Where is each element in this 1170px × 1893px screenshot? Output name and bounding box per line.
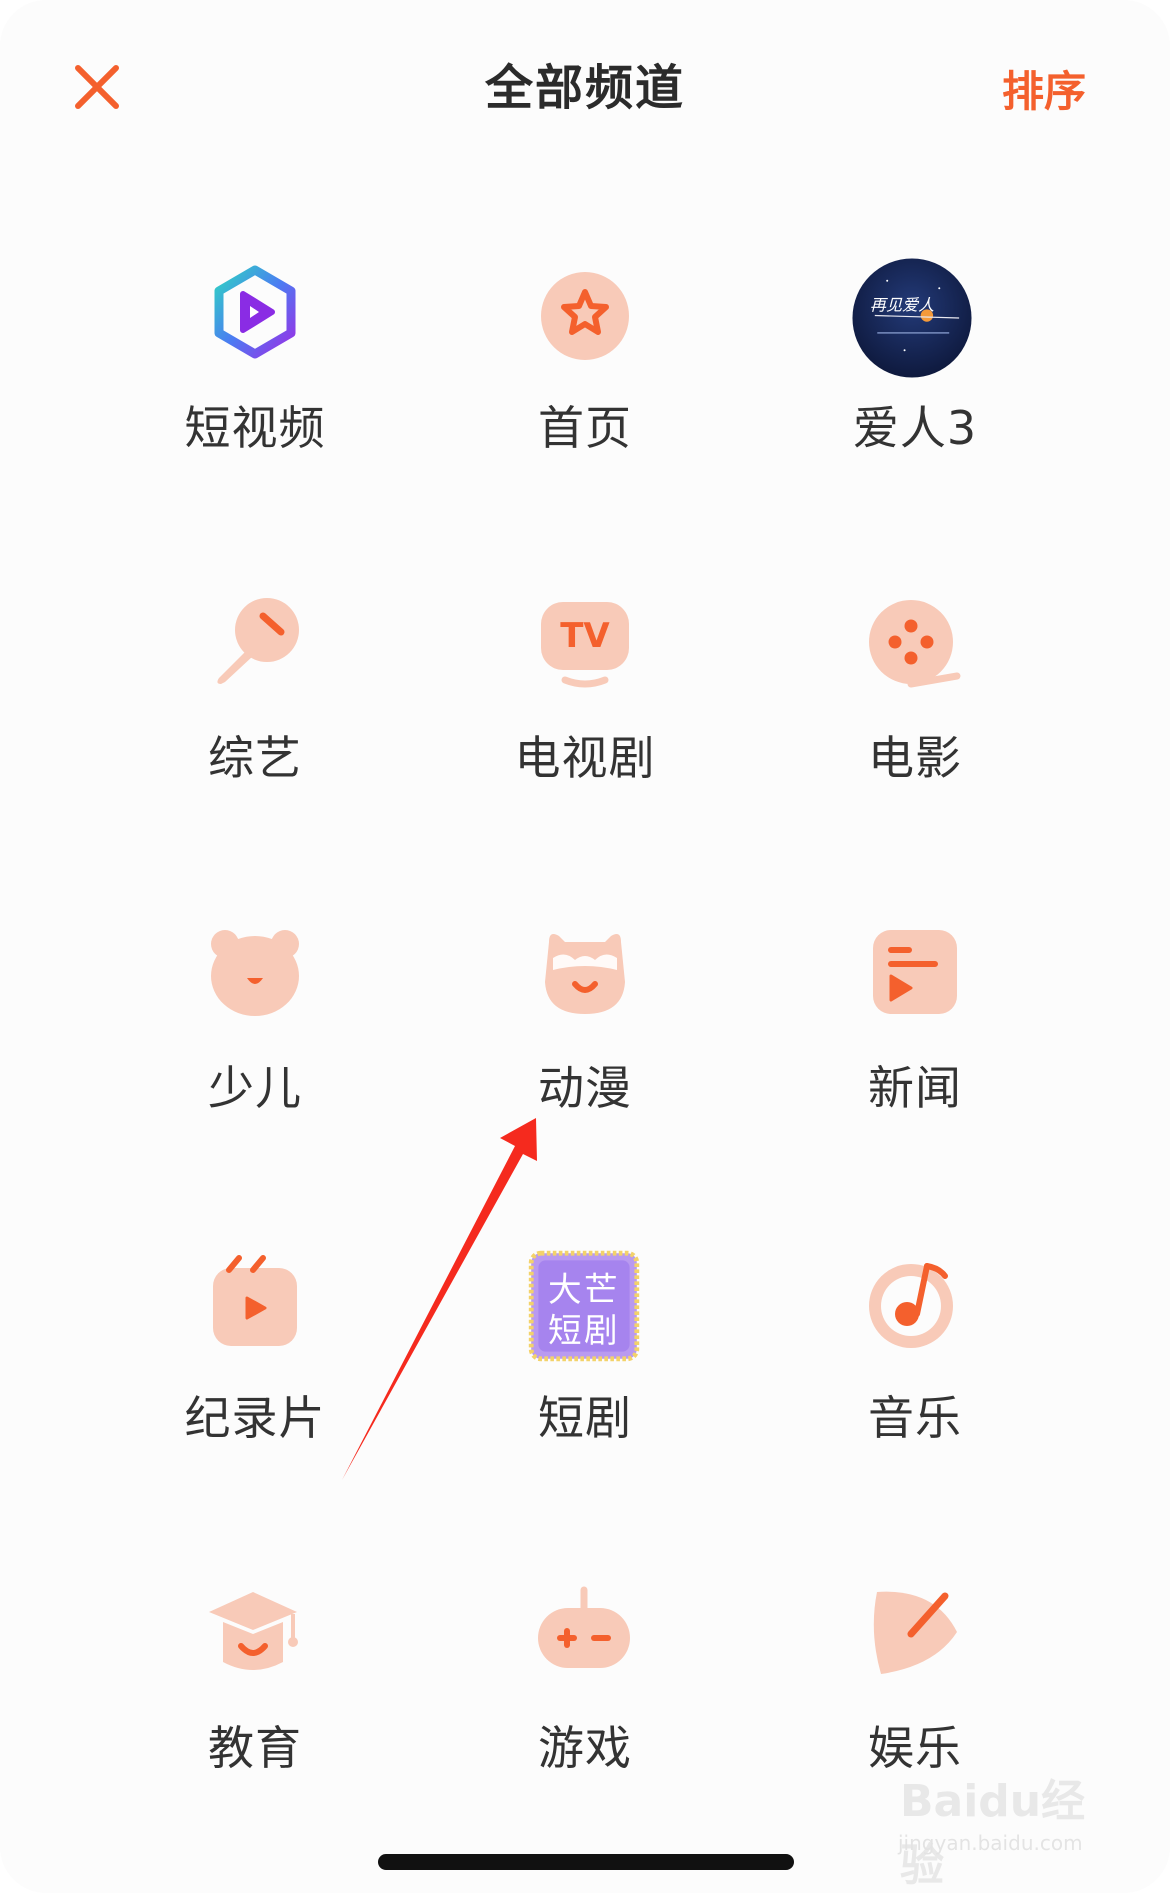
channel-kids[interactable]: 少儿 [90,922,420,1182]
watermark-sub-text: jingyan.baidu.com [898,1831,1083,1855]
channel-label: 首页 [538,401,632,455]
drama-poster-avatar: 再见爱人 [852,258,972,378]
svg-text:短剧: 短剧 [548,1311,620,1350]
channel-label: 纪录片 [184,1391,326,1445]
channel-label: 新闻 [868,1061,962,1115]
short-video-hexagon-play-icon [214,265,296,359]
news-play-icon [873,930,957,1014]
anime-character-icon [545,934,625,1014]
channel-label: 爱人3 [852,401,978,455]
channel-label: 电影 [868,731,962,785]
channel-tv-series[interactable]: TV 电视剧 [420,592,750,852]
channel-label: 综艺 [208,731,302,785]
channel-label: 短视频 [184,401,326,455]
channel-games[interactable]: 游戏 [420,1582,750,1842]
channel-grid: 短视频 首页 再见爱人 爱人3 综艺 TV 电视剧 电影 少儿 动漫 新闻 纪录… [0,0,1170,1893]
channel-anime[interactable]: 动漫 [420,922,750,1182]
star-circle-icon [541,272,629,360]
tv-icon: TV [541,602,629,688]
graduation-cap-icon [209,1592,298,1670]
channel-music[interactable]: 音乐 [750,1252,1080,1512]
channel-short-drama[interactable]: 大芒 短剧 短剧 [420,1250,750,1512]
channel-label: 短剧 [538,1391,632,1445]
channel-label: 音乐 [868,1391,962,1445]
svg-text:大芒: 大芒 [548,1270,620,1309]
svg-text:再见爱人: 再见爱人 [870,296,934,315]
channel-label: 教育 [208,1721,302,1775]
microphone-icon [217,598,299,684]
gamepad-icon [538,1586,630,1668]
bear-face-icon [211,930,299,1016]
leaf-pen-icon [873,1591,957,1674]
damang-short-drama-stamp-icon: 大芒 短剧 [528,1250,640,1362]
clapperboard-play-icon [213,1255,297,1346]
home-indicator[interactable] [378,1854,794,1870]
channel-documentary[interactable]: 纪录片 [90,1252,420,1512]
channel-label: 少儿 [208,1061,302,1115]
channel-label: 动漫 [538,1061,632,1115]
channel-label: 游戏 [538,1721,632,1775]
watermark-main-text: Baidu经验 [900,1776,1086,1891]
channel-education[interactable]: 教育 [90,1582,420,1842]
channel-news[interactable]: 新闻 [750,922,1080,1182]
music-note-icon [869,1263,953,1348]
film-reel-icon [869,600,961,688]
channel-short-video[interactable]: 短视频 [90,262,420,522]
channel-label: 电视剧 [514,731,656,785]
all-channels-screen: 全部频道 排序 短视频 首页 再见爱人 爱人3 综艺 TV 电视剧 电影 少儿 … [0,0,1170,1893]
channel-movie[interactable]: 电影 [750,592,1080,852]
svg-text:TV: TV [560,616,610,656]
channel-drama-ai-ren-3[interactable]: 再见爱人 爱人3 [750,258,1080,522]
channel-home[interactable]: 首页 [420,262,750,522]
baidu-jingyan-watermark: Baidu经验 jingyan.baidu.com [880,1765,1120,1891]
channel-variety[interactable]: 综艺 [90,592,420,852]
